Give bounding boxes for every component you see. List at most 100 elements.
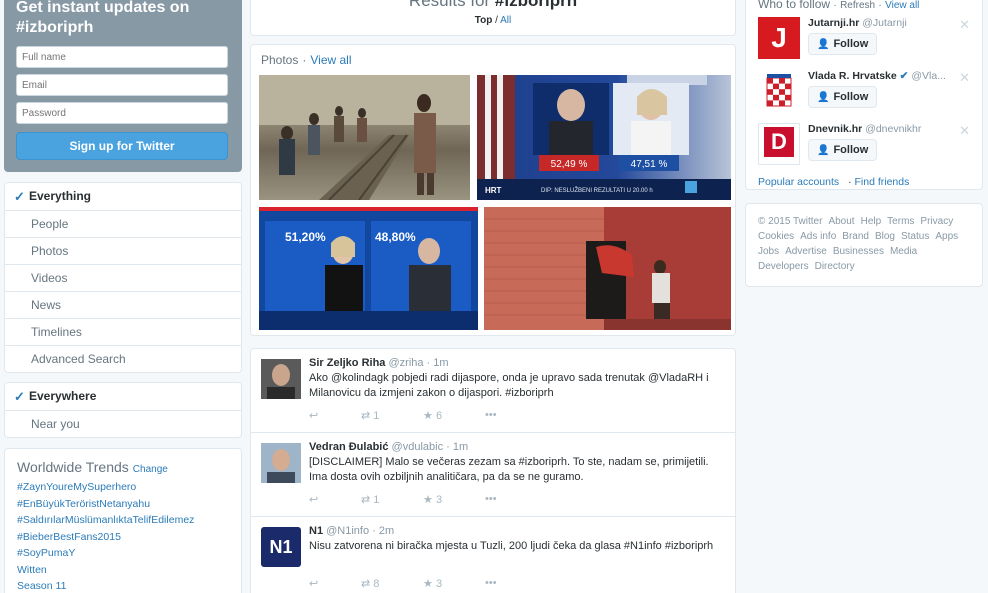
footer-link[interactable]: Developers bbox=[758, 261, 809, 272]
tweet[interactable]: Sir Zeljko Riha @zriha · 1m Ako @kolinda… bbox=[251, 349, 735, 433]
footer-link[interactable]: Cookies bbox=[758, 231, 794, 242]
trend-item[interactable]: #SoyPumaY bbox=[17, 545, 229, 562]
trend-item[interactable]: Season 11 bbox=[17, 578, 229, 593]
more-icon[interactable]: ••• bbox=[485, 577, 497, 590]
find-friends-link[interactable]: Find friends bbox=[854, 176, 909, 188]
tweet-author-name[interactable]: N1 bbox=[309, 525, 323, 537]
account-handle: @Jutarnji bbox=[862, 17, 907, 29]
favorite-button[interactable]: ★ 6 bbox=[423, 409, 485, 422]
trends-title-text: Worldwide Trends bbox=[17, 459, 129, 475]
star-icon: ★ bbox=[423, 578, 433, 590]
trends-change-link[interactable]: Change bbox=[133, 464, 168, 475]
trend-item[interactable]: #EnBüyükTeröristNetanyahu bbox=[17, 496, 229, 513]
filter-photos[interactable]: Photos bbox=[5, 237, 241, 264]
close-icon[interactable]: ✕ bbox=[959, 123, 970, 139]
footer-link[interactable]: Blog bbox=[875, 231, 895, 242]
retweet-button[interactable]: ⇄ 8 bbox=[361, 577, 423, 590]
follow-suggestion: J Jutarnji.hr @Jutarnji 👤 Follow ✕ bbox=[758, 13, 970, 64]
search-filter-nav: ✓ Everything People Photos Videos News Ti… bbox=[4, 182, 242, 373]
more-icon[interactable]: ••• bbox=[485, 493, 497, 506]
retweet-button[interactable]: ⇄ 1 bbox=[361, 409, 423, 422]
full-name-field[interactable] bbox=[16, 46, 228, 68]
favorite-button[interactable]: ★ 3 bbox=[423, 493, 485, 506]
tab-all[interactable]: All bbox=[500, 15, 511, 26]
tweet-author-name[interactable]: Vedran Đulabić bbox=[309, 441, 388, 453]
email-field[interactable] bbox=[16, 74, 228, 96]
footer-link[interactable]: Ads info bbox=[800, 231, 836, 242]
close-icon[interactable]: ✕ bbox=[959, 70, 970, 86]
filter-everything[interactable]: ✓ Everything bbox=[5, 183, 241, 210]
reply-icon[interactable]: ↩ bbox=[309, 409, 361, 422]
refresh-link[interactable]: Refresh bbox=[840, 0, 875, 11]
tweet-handle-time: @zriha · 1m bbox=[388, 357, 449, 369]
tweet[interactable]: N1 N1 @N1info · 2m Nisu zatvorena ni bir… bbox=[251, 517, 735, 593]
photos-module: Photos · View all 52,49 % 47,51 % HRT DI… bbox=[250, 44, 736, 336]
reply-icon[interactable]: ↩ bbox=[309, 493, 361, 506]
results-caption: DIP: NESLUŽBENI REZULTATI U 20.00 h bbox=[541, 186, 653, 194]
tweet-author: Sir Zeljko Riha @zriha · 1m bbox=[309, 357, 725, 369]
filter-everywhere[interactable]: ✓ Everywhere bbox=[5, 383, 241, 410]
follow-button[interactable]: 👤 Follow bbox=[808, 139, 878, 161]
footer-link[interactable]: Brand bbox=[842, 231, 869, 242]
trend-item[interactable]: #SaldırılarMüslümanlıktaTelifEdilemez bbox=[17, 512, 229, 529]
tweet[interactable]: Vedran Đulabić @vdulabic · 1m [DISCLAIME… bbox=[251, 433, 735, 517]
filter-label: Everywhere bbox=[29, 389, 97, 403]
filter-videos[interactable]: Videos bbox=[5, 264, 241, 291]
footer-link[interactable]: Businesses bbox=[833, 246, 884, 257]
follow-button[interactable]: 👤 Follow bbox=[808, 33, 878, 55]
avatar[interactable]: J bbox=[758, 17, 800, 59]
avatar[interactable] bbox=[261, 359, 301, 399]
account-display-name[interactable]: Dnevnik.hr bbox=[808, 123, 862, 135]
footer-link[interactable]: Help bbox=[861, 216, 882, 227]
close-icon[interactable]: ✕ bbox=[959, 17, 970, 33]
follow-label: Follow bbox=[833, 91, 869, 103]
account-handle: @dnevnikhr bbox=[865, 123, 922, 135]
photos-header: Photos · View all bbox=[251, 45, 735, 75]
view-all-link[interactable]: View all bbox=[885, 0, 919, 11]
popular-accounts-link[interactable]: Popular accounts bbox=[758, 176, 839, 188]
tweet-author-name[interactable]: Sir Zeljko Riha bbox=[309, 357, 385, 369]
tab-top[interactable]: Top bbox=[475, 15, 493, 26]
avatar[interactable] bbox=[758, 70, 800, 112]
trend-item[interactable]: Witten bbox=[17, 562, 229, 579]
footer-link[interactable]: Apps bbox=[935, 231, 958, 242]
dnevnik-logo-letter: D bbox=[771, 129, 787, 154]
footer-link[interactable]: Media bbox=[890, 246, 917, 257]
footer-line: Developers Directory bbox=[758, 259, 970, 274]
footer-link[interactable]: About bbox=[828, 216, 854, 227]
photo-thumbnail[interactable] bbox=[259, 75, 470, 200]
footer-link[interactable]: Advertise bbox=[785, 246, 827, 257]
signup-button[interactable]: Sign up for Twitter bbox=[16, 132, 228, 160]
favorite-button[interactable]: ★ 3 bbox=[423, 577, 485, 590]
footer-link[interactable]: Status bbox=[901, 231, 929, 242]
account-display-name[interactable]: Vlada R. Hrvatske bbox=[808, 70, 897, 82]
avatar[interactable]: D bbox=[758, 123, 800, 165]
more-icon[interactable]: ••• bbox=[485, 409, 497, 422]
filter-timelines[interactable]: Timelines bbox=[5, 318, 241, 345]
tweet-stream: Sir Zeljko Riha @zriha · 1m Ako @kolinda… bbox=[250, 348, 736, 593]
trend-item[interactable]: #BieberBestFans2015 bbox=[17, 529, 229, 546]
photo-thumbnail[interactable] bbox=[484, 207, 731, 330]
footer-link[interactable]: Directory bbox=[815, 261, 855, 272]
retweet-button[interactable]: ⇄ 1 bbox=[361, 493, 423, 506]
trend-item[interactable]: #ZaynYoureMySuperhero bbox=[17, 479, 229, 496]
follow-button[interactable]: 👤 Follow bbox=[808, 86, 878, 108]
photos-view-all-link[interactable]: View all bbox=[310, 53, 351, 67]
account-display-name[interactable]: Jutarnji.hr bbox=[808, 17, 859, 29]
avatar[interactable]: N1 bbox=[261, 527, 301, 567]
password-field[interactable] bbox=[16, 102, 228, 124]
avatar[interactable] bbox=[261, 443, 301, 483]
reply-icon[interactable]: ↩ bbox=[309, 577, 361, 590]
star-icon: ★ bbox=[423, 494, 433, 506]
footer-link[interactable]: Privacy bbox=[920, 216, 953, 227]
filter-news[interactable]: News bbox=[5, 291, 241, 318]
filter-people[interactable]: People bbox=[5, 210, 241, 237]
more-icon[interactable]: ••• bbox=[261, 0, 276, 3]
results-toggle-sep: / bbox=[495, 15, 498, 26]
footer-link[interactable]: Terms bbox=[887, 216, 914, 227]
footer-link[interactable]: Jobs bbox=[758, 246, 779, 257]
photo-thumbnail[interactable]: 52,49 % 47,51 % HRT DIP: NESLUŽBENI REZU… bbox=[477, 75, 731, 200]
photo-thumbnail[interactable]: 51,20% 48,80% bbox=[259, 207, 478, 330]
filter-advanced-search[interactable]: Advanced Search bbox=[5, 345, 241, 372]
filter-near-you[interactable]: Near you bbox=[5, 410, 241, 437]
